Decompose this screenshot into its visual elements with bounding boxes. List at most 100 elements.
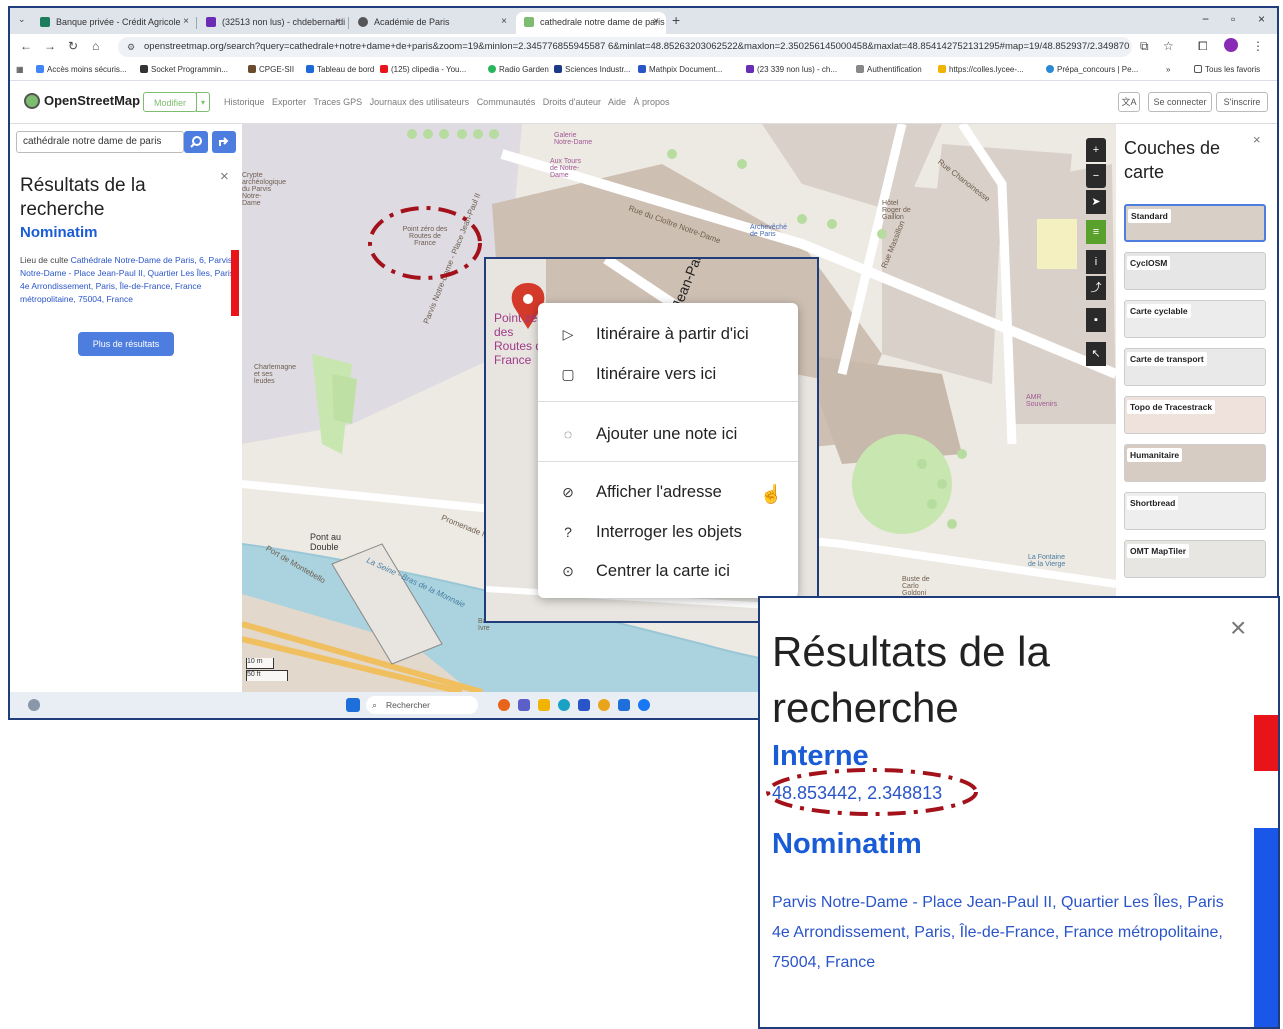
sidebar-close-icon[interactable]: ×: [220, 168, 229, 185]
layer-omt-maptiler[interactable]: OMT MapTiler: [1124, 540, 1266, 578]
nav-history[interactable]: Historique: [224, 97, 265, 107]
forward-icon[interactable]: →: [44, 39, 56, 53]
inset-close-icon[interactable]: ×: [1230, 612, 1246, 644]
query-icon[interactable]: ↖: [1086, 342, 1106, 366]
url-bar[interactable]: ⚙ openstreetmap.org/search?query=cathedr…: [118, 37, 1132, 57]
nav-user-diaries[interactable]: Journaux des utilisateurs: [370, 97, 470, 107]
edit-button[interactable]: Modifier: [143, 92, 197, 112]
profile-avatar[interactable]: [1224, 38, 1238, 52]
tab-academie[interactable]: Académie de Paris ×: [350, 12, 514, 34]
extensions-icon[interactable]: ⧠: [1198, 39, 1208, 54]
chrome-icon[interactable]: [598, 699, 610, 711]
layers-icon[interactable]: ≡: [1086, 220, 1106, 244]
store-icon[interactable]: [578, 699, 590, 711]
menu-center-map[interactable]: ⊙ Centrer la carte ici: [538, 554, 798, 588]
teams-icon[interactable]: [518, 699, 530, 711]
note-icon[interactable]: ▪: [1086, 308, 1106, 332]
facebook-icon[interactable]: [638, 699, 650, 711]
bookmark-item[interactable]: Sciences Industr...: [554, 65, 630, 74]
nav-communities[interactable]: Communautés: [477, 97, 536, 107]
edge-icon[interactable]: [558, 699, 570, 711]
apps-icon[interactable]: ▦: [16, 65, 24, 74]
more-results-button[interactable]: Plus de résultats: [78, 332, 174, 356]
nav-help[interactable]: Aide: [608, 97, 626, 107]
menu-directions-to[interactable]: ▢ Itinéraire vers ici: [538, 357, 798, 391]
osm-favicon-icon: [524, 17, 534, 27]
site-info-icon[interactable]: ⚙: [127, 37, 135, 57]
windows-start-icon[interactable]: [346, 698, 360, 712]
menu-add-note[interactable]: ◌ Ajouter une note ici: [538, 417, 798, 451]
bookmark-item[interactable]: Mathpix Document...: [638, 65, 722, 74]
bookmark-item[interactable]: Prépa_concours | Pe...: [1046, 65, 1138, 74]
tab-close-icon[interactable]: ×: [501, 12, 507, 32]
layer-cyclosm[interactable]: CyclOSM: [1124, 252, 1266, 290]
window-close-icon[interactable]: ×: [1258, 12, 1265, 26]
bookmark-item[interactable]: Authentification: [856, 65, 922, 74]
layer-humanitarian[interactable]: Humanitaire: [1124, 444, 1266, 482]
explorer-icon[interactable]: [538, 699, 550, 711]
layer-standard[interactable]: Standard: [1124, 204, 1266, 242]
bookmark-item[interactable]: Socket Programmin...: [140, 65, 228, 74]
address-result-link[interactable]: Parvis Notre-Dame - Place Jean-Paul II, …: [772, 888, 1242, 978]
osm-logo[interactable]: OpenStreetMap: [24, 93, 140, 109]
bookmark-item[interactable]: CPGE-SII: [248, 65, 294, 74]
nav-copyright[interactable]: Droits d'auteur: [543, 97, 601, 107]
bookmark-star-icon[interactable]: ☆: [1163, 39, 1174, 53]
nav-gps-traces[interactable]: Traces GPS: [313, 97, 362, 107]
share-icon[interactable]: ⤴: [1086, 276, 1106, 300]
all-bookmarks[interactable]: Tous les favoris: [1194, 65, 1260, 74]
menu-query-features[interactable]: ? Interroger les objets: [538, 515, 798, 549]
reload-icon[interactable]: ↻: [68, 39, 78, 53]
nav-about[interactable]: À propos: [634, 97, 670, 107]
bookmark-item[interactable]: Radio Garden: [488, 65, 549, 74]
search-input[interactable]: cathédrale notre dame de paris: [16, 131, 184, 153]
signup-button[interactable]: S'inscrire: [1216, 92, 1268, 112]
menu-kebab-icon[interactable]: ⋮: [1252, 39, 1264, 53]
new-tab-button[interactable]: +: [672, 12, 680, 28]
screenshot-icon[interactable]: ⧉: [1140, 39, 1149, 54]
nav-export[interactable]: Exporter: [272, 97, 306, 107]
layer-transport[interactable]: Carte de transport: [1124, 348, 1266, 386]
app-icon[interactable]: [498, 699, 510, 711]
bookmark-item[interactable]: (125) clipedia - You...: [380, 65, 466, 74]
menu-show-address[interactable]: ⊘ Afficher l'adresse ☝: [538, 475, 798, 509]
translate-icon[interactable]: 文A: [1118, 92, 1140, 112]
tab-close-icon[interactable]: ×: [335, 12, 341, 32]
bookmark-item[interactable]: https://colles.lycee-...: [938, 65, 1024, 74]
directions-button[interactable]: [212, 131, 236, 153]
bookmark-label: Socket Programmin...: [151, 65, 228, 74]
remote-icon[interactable]: [618, 699, 630, 711]
back-icon[interactable]: ←: [20, 39, 32, 53]
bookmark-item[interactable]: Accès moins sécuris...: [36, 65, 127, 74]
osm-logo-text: OpenStreetMap: [44, 93, 141, 108]
minimize-icon[interactable]: −: [1202, 12, 1209, 26]
menu-directions-from[interactable]: ▷ Itinéraire à partir d'ici: [538, 317, 798, 351]
taskbar-search[interactable]: ⌕ Rechercher: [366, 696, 478, 714]
edit-dropdown-icon[interactable]: ▾: [196, 92, 210, 112]
zoom-in-button[interactable]: +: [1086, 138, 1106, 162]
map-key-icon[interactable]: i: [1086, 250, 1106, 274]
cpge-icon: [248, 65, 256, 73]
bookmark-item[interactable]: (23 339 non lus) - ch...: [746, 65, 837, 74]
layer-cycle-map[interactable]: Carte cyclable: [1124, 300, 1266, 338]
tab-list-icon[interactable]: ⌄: [18, 14, 26, 25]
tab-close-icon[interactable]: ×: [183, 12, 189, 32]
login-button[interactable]: Se connecter: [1148, 92, 1212, 112]
locate-icon[interactable]: ➤: [1086, 190, 1106, 214]
zoom-out-button[interactable]: −: [1086, 164, 1106, 188]
maximize-icon[interactable]: ▫: [1231, 12, 1235, 26]
home-icon[interactable]: ⌂: [92, 39, 99, 53]
url-text: openstreetmap.org/search?query=cathedral…: [144, 41, 1130, 52]
tab-osm-active[interactable]: cathedrale notre dame de paris ×: [516, 12, 666, 34]
layer-shortbread[interactable]: Shortbread: [1124, 492, 1266, 530]
search-button[interactable]: [184, 131, 208, 153]
bookmark-item[interactable]: Tableau de bord: [306, 65, 374, 74]
tab-credit-agricole[interactable]: Banque privée - Crédit Agricole ×: [32, 12, 196, 34]
weather-icon[interactable]: [28, 699, 40, 711]
bookmarks-overflow[interactable]: »: [1166, 65, 1170, 74]
bookmark-label: Sciences Industr...: [565, 65, 631, 74]
layer-tracestrack[interactable]: Topo de Tracestrack: [1124, 396, 1266, 434]
tab-close-icon[interactable]: ×: [653, 12, 659, 32]
tab-mail[interactable]: (32513 non lus) - chdebernardi ×: [198, 12, 348, 34]
layers-close-icon[interactable]: ×: [1253, 132, 1261, 147]
